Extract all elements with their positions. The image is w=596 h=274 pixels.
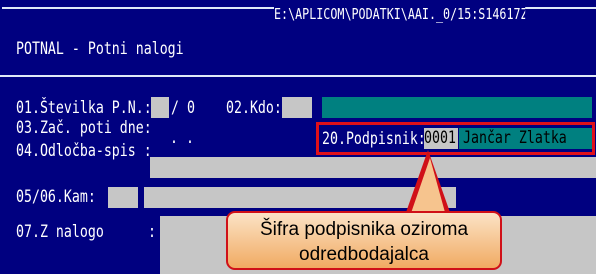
annotation-callout: Šifra podpisnika oziroma odredbodajalca bbox=[226, 211, 502, 270]
field-01-label: 01.Številka P.N.: bbox=[16, 98, 152, 118]
field-02-label: 02.Kdo: bbox=[226, 98, 282, 118]
field-05-label: 05/06.Kam: bbox=[16, 187, 96, 207]
callout-line-2: odredbodajalca bbox=[299, 244, 429, 265]
field-01-prefix[interactable] bbox=[151, 97, 169, 118]
field-06-destination-input[interactable] bbox=[144, 187, 456, 208]
signatory-code-input[interactable]: 0001 bbox=[424, 128, 458, 149]
field-02-input[interactable] bbox=[282, 97, 312, 118]
signatory-name-value: Jančar Zlatka bbox=[463, 128, 567, 148]
file-path: E:\APLICOM\PODATKI\AAI._0/15:S14617Z bbox=[274, 5, 526, 24]
field-07-colon: : bbox=[148, 222, 156, 242]
field-05-code-input[interactable] bbox=[108, 187, 138, 208]
field-03-date[interactable]: . . bbox=[170, 128, 194, 148]
field-01-number[interactable]: / 0 bbox=[171, 98, 195, 118]
field-03-label: 03.Zač. poti dne: bbox=[16, 118, 152, 138]
program-title: POTNAL - Potni nalogi bbox=[16, 39, 184, 59]
title-divider bbox=[0, 75, 596, 77]
field-04-input[interactable] bbox=[150, 157, 596, 178]
signatory-code-value: 0001 bbox=[424, 128, 456, 148]
callout-line-1: Šifra podpisnika oziroma bbox=[259, 219, 469, 240]
field-04-label: 04.Odločba-spis : bbox=[16, 141, 152, 161]
field-02-name-display bbox=[322, 97, 592, 118]
field-07-label: 07.Z nalogo bbox=[16, 222, 104, 242]
path-divider: E:\APLICOM\PODATKI\AAI._0/15:S14617Z bbox=[2, 5, 596, 24]
signatory-name-display: Jančar Zlatka bbox=[459, 128, 592, 149]
field-20-label: 20.Podpisnik: bbox=[322, 129, 426, 149]
